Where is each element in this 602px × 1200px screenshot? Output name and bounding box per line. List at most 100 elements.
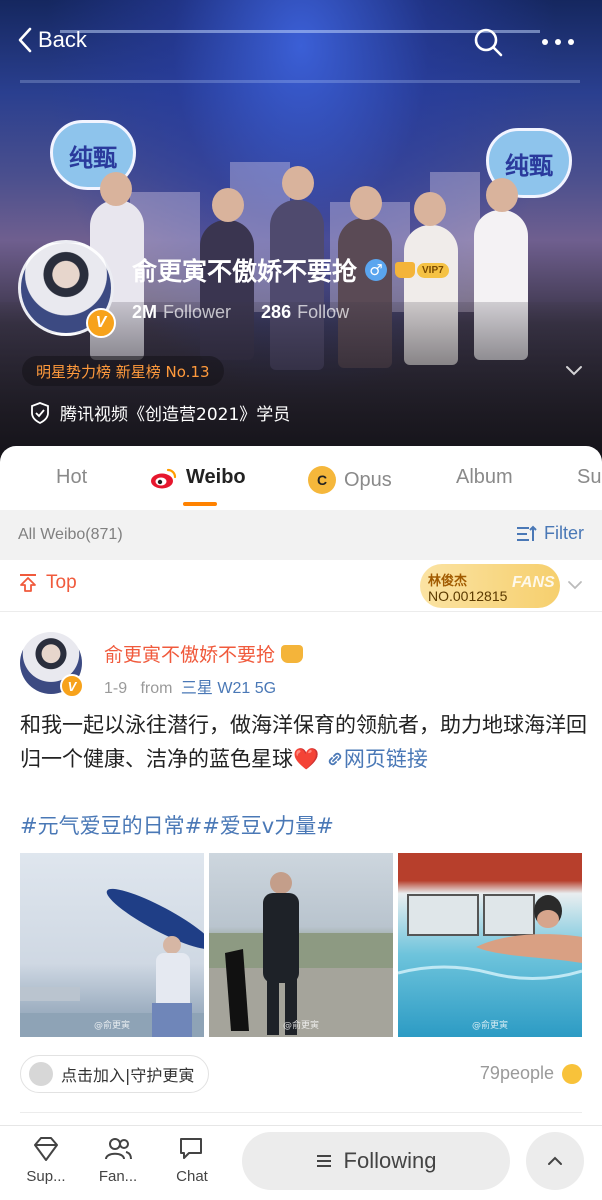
post-device[interactable]: 三星 W21 5G	[181, 680, 276, 697]
post-author-row: 俞更寅不傲娇不要抢	[104, 640, 304, 667]
tab-label: Su	[577, 466, 602, 488]
fans-button[interactable]: Fan...	[88, 1134, 148, 1185]
post-meta: 1-9 from 三星 W21 5G	[104, 674, 276, 698]
verified-badge: V	[86, 308, 116, 338]
tab-label: Album	[456, 466, 513, 488]
top-text: Top	[46, 572, 77, 593]
following-button[interactable]: Following	[242, 1132, 510, 1190]
all-weibo-count: All Weibo(871)	[18, 526, 123, 543]
chat-button[interactable]: Chat	[162, 1134, 222, 1185]
performer-head	[350, 186, 382, 220]
chat-icon	[180, 1138, 202, 1159]
guard-button[interactable]: 点击加入|守护更寅	[20, 1055, 210, 1093]
pinned-row: Top 林俊杰 NO.0012815 FANS	[0, 560, 602, 612]
diamond-icon	[34, 1137, 58, 1161]
following-stat[interactable]: 286 Follow	[261, 302, 349, 323]
post-photo[interactable]: @俞更寅	[20, 853, 204, 1037]
divider	[20, 1112, 582, 1113]
search-icon[interactable]	[472, 26, 504, 58]
guard-icon	[29, 1062, 53, 1086]
people-count-text: 79people	[479, 1063, 554, 1083]
chevron-up-icon	[548, 1156, 562, 1165]
tab-weibo[interactable]: Weibo	[150, 466, 246, 489]
profile-name-row: 俞更寅不傲娇不要抢 ♂ VIP7	[132, 252, 449, 288]
post-link-label: 网页链接	[343, 747, 428, 771]
post-hashtags[interactable]: #元气爱豆的日常##爱豆v力量#	[20, 810, 334, 840]
tab-hot[interactable]: Hot	[56, 466, 87, 489]
fans-badge-label: FANS	[512, 574, 555, 591]
gender-symbol: ♂	[369, 261, 383, 279]
verified-badge-text: V	[95, 314, 107, 331]
rank-text: 明星势力榜 新星榜 No.13	[36, 362, 210, 381]
wetsuit-photo-art	[209, 872, 393, 1037]
pinned-label: Top	[18, 572, 77, 594]
post-photo[interactable]: @俞更寅	[398, 853, 582, 1037]
post-link[interactable]: 网页链接	[326, 747, 428, 771]
post-from-label: from	[140, 680, 173, 697]
pin-top-icon	[20, 574, 36, 592]
tab-opus[interactable]: C Opus	[308, 466, 392, 494]
more-icon[interactable]	[540, 32, 576, 52]
post-card[interactable]: Top 林俊杰 NO.0012815 FANS V 俞更寅不傲娇不要抢 1-9 …	[0, 560, 602, 1125]
filter-label: Filter	[544, 523, 584, 543]
fans-badge[interactable]: 林俊杰 NO.0012815 FANS	[420, 564, 560, 608]
filter-icon	[517, 525, 537, 541]
bottom-action-bar: Sup... Fan... Chat Following	[0, 1125, 602, 1200]
following-count: 286	[261, 302, 292, 322]
followers-label: Follower	[163, 302, 232, 322]
emoji-icon	[562, 1063, 582, 1084]
photo-watermark: @俞更寅	[282, 1021, 320, 1031]
post-date: 1-9	[104, 680, 128, 697]
chat-label: Chat	[176, 1168, 208, 1185]
post-body: 和我一起以泳往潜行，做海洋保育的领航者，助力地球海洋回归一个健康、洁净的蓝色星球…	[20, 708, 590, 776]
weibo-icon	[151, 468, 177, 488]
vip-badge[interactable]: VIP7	[395, 262, 449, 278]
followers-stat[interactable]: 2M Follower	[132, 302, 231, 323]
fans-label: Fan...	[98, 1168, 138, 1185]
photo-watermark: @俞更寅	[93, 1021, 131, 1031]
certification-text: 腾讯视频《创造营2021》学员	[60, 405, 291, 425]
tab-super[interactable]: Su	[577, 466, 601, 489]
heart-sign-text: 纯甄	[69, 143, 117, 172]
vip-crown-icon	[395, 262, 416, 278]
profile-name: 俞更寅不傲娇不要抢	[132, 257, 358, 286]
back-icon	[18, 27, 32, 53]
back-label: Back	[38, 27, 87, 52]
tab-label: Weibo	[186, 466, 246, 488]
back-button[interactable]: Back	[16, 26, 87, 54]
top-nav-bar: Back	[0, 22, 602, 62]
profile-stats: 2M Follower 286 Follow	[132, 302, 349, 323]
fans-icon	[105, 1138, 132, 1160]
following-label: Follow	[297, 302, 350, 322]
link-icon	[328, 752, 342, 766]
vip-label: VIP7	[417, 262, 449, 278]
performer-head	[212, 188, 244, 222]
verified-badge: V	[60, 674, 84, 698]
gender-male-icon: ♂	[365, 259, 388, 281]
rank-badge[interactable]: 明星势力榜 新星榜 No.13	[22, 356, 224, 386]
tab-album[interactable]: Album	[456, 466, 513, 489]
support-label: Sup...	[26, 1168, 66, 1185]
support-button[interactable]: Sup...	[16, 1134, 76, 1185]
heart-emoji: ❤️	[293, 747, 320, 771]
performer-head	[282, 166, 314, 200]
chevron-down-icon[interactable]	[566, 576, 584, 594]
rank-row: 明星势力榜 新星榜 No.13	[0, 352, 602, 388]
post-author-name[interactable]: 俞更寅不傲娇不要抢	[104, 640, 275, 667]
people-count[interactable]: 79people	[480, 1063, 582, 1084]
scroll-top-button[interactable]	[526, 1132, 584, 1190]
post-photo[interactable]: @俞更寅	[209, 853, 393, 1037]
followers-count: 2M	[132, 302, 158, 322]
chevron-down-icon[interactable]	[564, 360, 584, 380]
filter-button[interactable]: Filter	[516, 523, 584, 544]
list-icon	[316, 1155, 331, 1167]
photo-watermark: @俞更寅	[471, 1021, 509, 1031]
shield-icon	[31, 401, 49, 424]
certification-row: 腾讯视频《创造营2021》学员	[30, 400, 290, 425]
heart-sign-text: 纯甄	[505, 151, 553, 180]
performer-head	[414, 192, 446, 226]
opus-icon: C	[308, 466, 336, 494]
profile-tabs: Hot Weibo C Opus Album Su	[0, 446, 602, 510]
performer-head	[486, 178, 518, 212]
vip-crown-icon	[281, 644, 304, 663]
